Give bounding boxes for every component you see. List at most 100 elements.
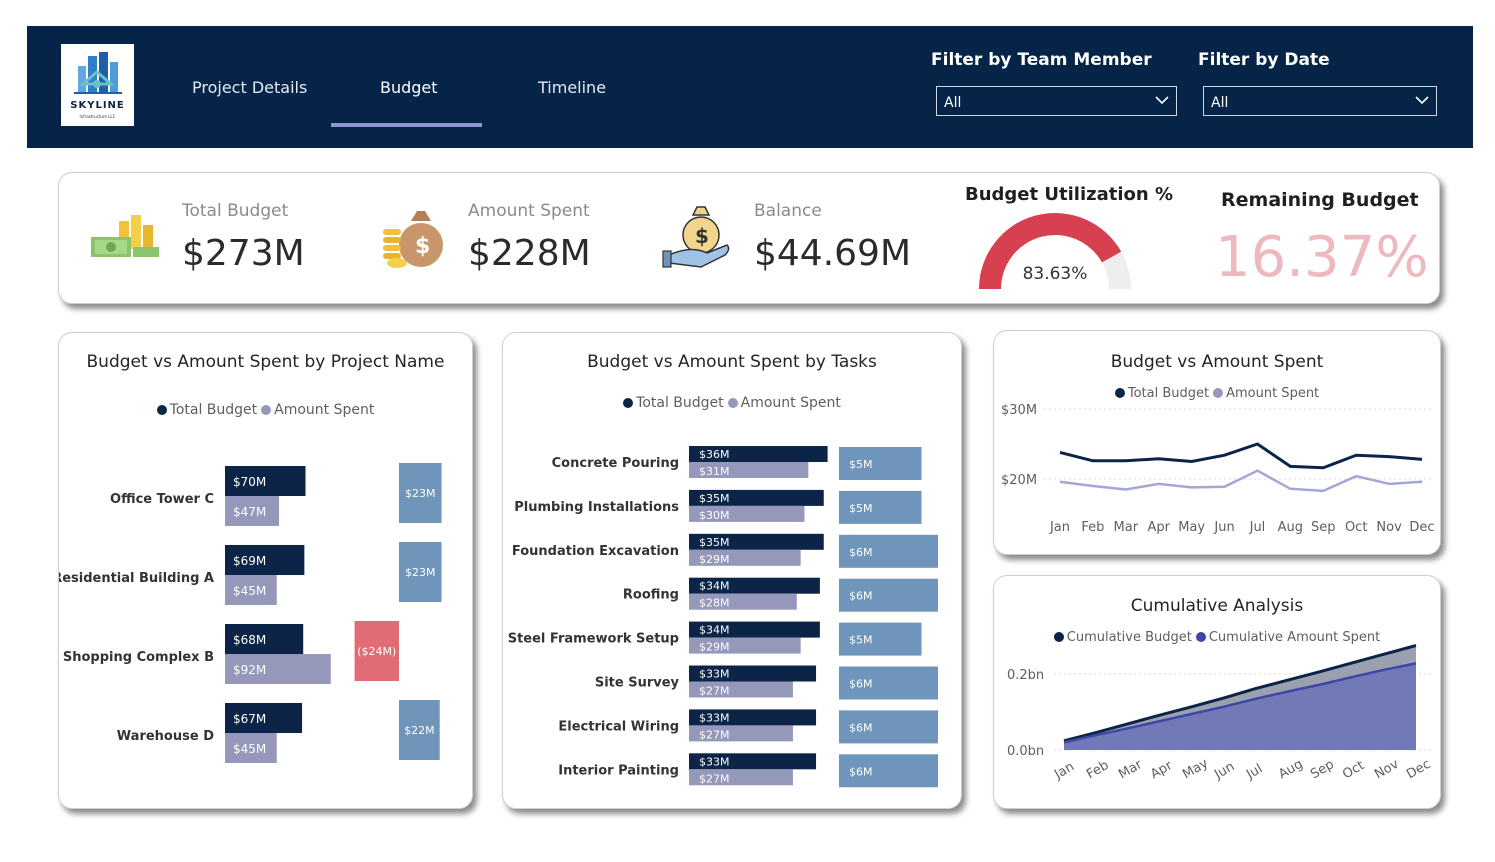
remaining-budget-value: 16.37% <box>1215 225 1429 290</box>
x-tick-label: Jan <box>1051 759 1077 783</box>
company-logo: SKYLINE Infrastructure LLC <box>61 44 134 126</box>
data-label: $5M <box>849 502 873 515</box>
category-label: Office Tower C <box>110 492 214 507</box>
data-label: $33M <box>699 755 730 768</box>
x-tick-label: Mar <box>1116 757 1145 783</box>
data-label: $22M <box>404 724 435 737</box>
data-label: $69M <box>233 554 266 568</box>
category-label: Shopping Complex B <box>63 650 214 665</box>
data-label: $36M <box>699 448 730 461</box>
x-tick-label: Jun <box>1211 759 1237 783</box>
data-label: $29M <box>699 641 730 654</box>
data-label: $6M <box>849 590 873 603</box>
filter-team-member-value: All <box>944 95 962 111</box>
x-tick-label: Dec <box>1404 757 1433 783</box>
data-label: $27M <box>699 685 730 698</box>
x-tick-label: Apr <box>1147 520 1170 535</box>
chevron-down-icon <box>1155 96 1169 105</box>
x-tick-label: May <box>1178 520 1205 535</box>
data-label: $33M <box>699 668 730 681</box>
x-tick-label: Jul <box>1243 762 1265 783</box>
cumulative-area-chart: 0.0bn 0.2bn Jan Feb Mar Apr May Jun Jul Aug Sep Oct… <box>1007 644 1434 783</box>
remaining-budget-label: Remaining Budget <box>1221 189 1419 211</box>
data-label: $68M <box>233 633 266 647</box>
category-label: Plumbing Installations <box>514 500 679 515</box>
filter-date-label: Filter by Date <box>1198 50 1330 70</box>
category-label: Site Survey <box>595 676 680 691</box>
data-label: $5M <box>849 458 873 471</box>
data-label: $27M <box>699 728 730 741</box>
budget-by-project-card: Budget vs Amount Spent by Project Name T… <box>58 332 473 809</box>
data-label: $31M <box>699 465 730 478</box>
active-tab-indicator <box>331 123 482 127</box>
budget-utilization-gauge: 83.63% <box>979 212 1131 289</box>
x-tick-label: Mar <box>1114 520 1139 535</box>
tab-project-details[interactable]: Project Details <box>192 78 307 97</box>
x-tick-label: Sep <box>1308 757 1337 782</box>
category-label: Steel Framework Setup <box>508 632 679 647</box>
filter-date-dropdown[interactable]: All <box>1203 86 1437 116</box>
category-label: Residential Building A <box>59 571 214 586</box>
kpi-card: Total Budget $273M $ Amount Spent $228M … <box>58 172 1440 304</box>
data-label: $6M <box>849 678 873 691</box>
data-label: $67M <box>233 712 266 726</box>
balance-value: $44.69M <box>754 233 912 274</box>
tasks-bar-chart: Concrete Pouring $36M $31M $5M Plumbing Inst… <box>508 446 938 788</box>
series-line-total-budget <box>1059 442 1423 470</box>
project-bar-chart: Office Tower C $70M $47M $23M Residential Bu… <box>59 463 442 763</box>
x-tick-label: Apr <box>1148 758 1176 783</box>
series-line-amount-spent <box>1059 469 1423 493</box>
data-label: $34M <box>699 580 730 593</box>
category-label: Concrete Pouring <box>552 456 679 471</box>
budget-utilization-label: Budget Utilization % <box>965 184 1173 205</box>
filter-team-member-label: Filter by Team Member <box>931 50 1152 70</box>
x-tick-label: Nov <box>1372 757 1402 783</box>
skyline-buildings-icon <box>74 52 122 94</box>
category-label: Electrical Wiring <box>558 719 679 734</box>
x-tick-label: Sep <box>1311 520 1336 535</box>
data-label: $23M <box>405 487 436 500</box>
data-label: $27M <box>699 772 730 785</box>
data-label: $45M <box>233 584 266 598</box>
data-label: $45M <box>233 742 266 756</box>
data-label: $35M <box>699 536 730 549</box>
monthly-line-chart: $20M $30M Jan Feb Mar Apr May Jun Jul Aug Sep Oct No… <box>1001 403 1435 535</box>
x-tick-label: Feb <box>1084 758 1111 783</box>
data-label: ($24M) <box>357 645 396 658</box>
amount-spent-value: $228M <box>468 233 591 274</box>
data-label: $34M <box>699 624 730 637</box>
data-label: $30M <box>699 509 730 522</box>
hand-money-bag-icon: $ <box>662 206 730 268</box>
data-label: $28M <box>699 597 730 610</box>
x-tick-label: Jun <box>1213 520 1234 535</box>
money-stack-icon <box>91 215 159 257</box>
total-budget-value: $273M <box>182 233 305 274</box>
top-nav-bar: SKYLINE Infrastructure LLC Project Detai… <box>27 26 1473 148</box>
svg-text:$: $ <box>695 224 709 248</box>
x-tick-label: Oct <box>1345 520 1367 535</box>
x-tick-label: Nov <box>1376 520 1402 535</box>
data-label: $33M <box>699 711 730 724</box>
data-label: $5M <box>849 634 873 647</box>
cumulative-analysis-card: Cumulative Analysis Cumulative Budget Cum… <box>993 575 1441 809</box>
tab-budget[interactable]: Budget <box>380 78 438 97</box>
chevron-down-icon <box>1415 96 1429 105</box>
brand-subtitle: Infrastructure LLC <box>79 114 116 119</box>
category-label: Interior Painting <box>558 763 679 778</box>
x-tick-label: May <box>1180 756 1211 783</box>
brand-name: SKYLINE <box>70 100 125 111</box>
category-label: Foundation Excavation <box>512 544 679 559</box>
x-tick-label: Feb <box>1081 520 1104 535</box>
filter-team-member-dropdown[interactable]: All <box>936 86 1177 116</box>
data-label: $6M <box>849 546 873 559</box>
monthly-budget-card: Budget vs Amount Spent Total Budget Amoun… <box>993 330 1441 555</box>
data-label: $70M <box>233 475 266 489</box>
x-tick-label: Aug <box>1276 757 1305 783</box>
x-tick-label: Aug <box>1278 520 1303 535</box>
data-label: $29M <box>699 553 730 566</box>
y-tick-label: $20M <box>1001 473 1037 488</box>
category-label: Warehouse D <box>117 729 214 744</box>
x-tick-label: Dec <box>1409 520 1434 535</box>
x-tick-label: Oct <box>1340 758 1367 782</box>
tab-timeline[interactable]: Timeline <box>538 78 606 97</box>
